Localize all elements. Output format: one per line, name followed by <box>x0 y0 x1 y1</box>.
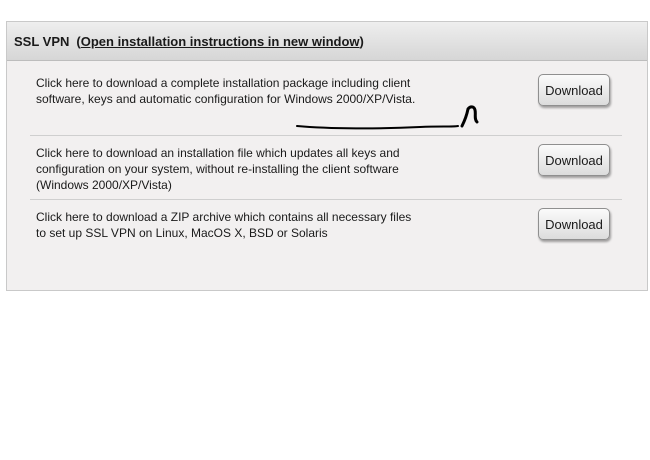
download-zip-archive-button[interactable]: Download <box>538 208 610 240</box>
download-row-full-package: Click here to download a complete instal… <box>30 62 622 136</box>
download-row-zip-archive: Click here to download a ZIP archive whi… <box>30 200 622 260</box>
download-update-file-button[interactable]: Download <box>538 144 610 176</box>
download-list: Click here to download a complete instal… <box>30 62 622 260</box>
row-description-line: configuration on your system, without re… <box>36 162 399 176</box>
download-full-package-button[interactable]: Download <box>538 74 610 106</box>
paren-close: ) <box>359 33 364 49</box>
row-description-line: to set up SSL VPN on Linux, MacOS X, BSD… <box>36 226 328 240</box>
row-description-line: (Windows 2000/XP/Vista) <box>36 178 172 192</box>
row-description: Click here to download an installation f… <box>36 145 466 193</box>
panel-title: SSL VPN <box>14 33 70 49</box>
panel-header: SSL VPN ( Open installation instructions… <box>7 22 647 61</box>
download-row-update-file: Click here to download an installation f… <box>30 136 622 200</box>
row-description: Click here to download a complete instal… <box>36 75 466 107</box>
row-description: Click here to download a ZIP archive whi… <box>36 209 466 241</box>
row-description-line: Click here to download a ZIP archive whi… <box>36 210 412 224</box>
row-description-line: software, keys and automatic configurati… <box>36 92 416 106</box>
installation-instructions-link[interactable]: Open installation instructions in new wi… <box>81 34 360 49</box>
row-description-line: Click here to download a complete instal… <box>36 76 411 90</box>
row-description-line: Click here to download an installation f… <box>36 146 400 160</box>
